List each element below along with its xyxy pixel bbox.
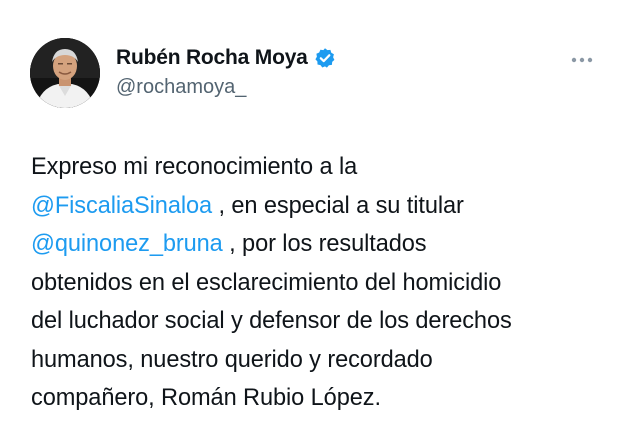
tweet-text-segment: , por los resultados xyxy=(222,231,427,257)
tweet-text-segment: del luchador social y defensor de los de… xyxy=(31,308,512,334)
tweet-text: Expreso mi reconocimiento a la @Fiscalia… xyxy=(31,148,601,418)
tweet-line: @quinonez_bruna , por los resultados xyxy=(31,225,601,264)
tweet-text-segment: humanos, nuestro querido y recordado xyxy=(31,346,433,373)
avatar[interactable] xyxy=(30,38,100,108)
author-handle[interactable]: @rochamoya_ xyxy=(116,76,336,99)
tweet-text-segment: compañero, Román Rubio López. xyxy=(31,385,381,411)
verified-badge-icon[interactable] xyxy=(314,47,336,69)
tweet-line: Expreso mi reconocimiento a la xyxy=(31,148,601,187)
tweet-text-segment: , en especial a su titular xyxy=(212,192,464,219)
tweet-line: humanos, nuestro querido y recordado xyxy=(31,341,601,380)
name-row: Rubén Rocha Moya xyxy=(116,42,336,74)
tweet-card: Rubén Rocha Moya @rochamoya_ Expreso mi … xyxy=(0,0,628,440)
avatar-photo xyxy=(30,38,100,108)
tweet-line: compañero, Román Rubio López. xyxy=(31,379,601,418)
display-name[interactable]: Rubén Rocha Moya xyxy=(116,46,308,70)
author-header: Rubén Rocha Moya @rochamoya_ xyxy=(116,42,336,99)
tweet-line: del luchador social y defensor de los de… xyxy=(31,302,601,341)
tweet-text-segment: Expreso mi reconocimiento a la xyxy=(31,154,358,180)
tweet-line: obtenidos en el esclarecimiento del homi… xyxy=(31,264,601,303)
mention-link[interactable]: @FiscaliaSinaloa xyxy=(31,193,212,219)
tweet-text-segment: obtenidos en el esclarecimiento del homi… xyxy=(31,269,502,296)
tweet-line: @FiscaliaSinaloa , en especial a su titu… xyxy=(31,187,601,226)
mention-link[interactable]: @quinonez_bruna xyxy=(31,231,223,257)
more-horizontal-icon[interactable] xyxy=(570,52,594,63)
